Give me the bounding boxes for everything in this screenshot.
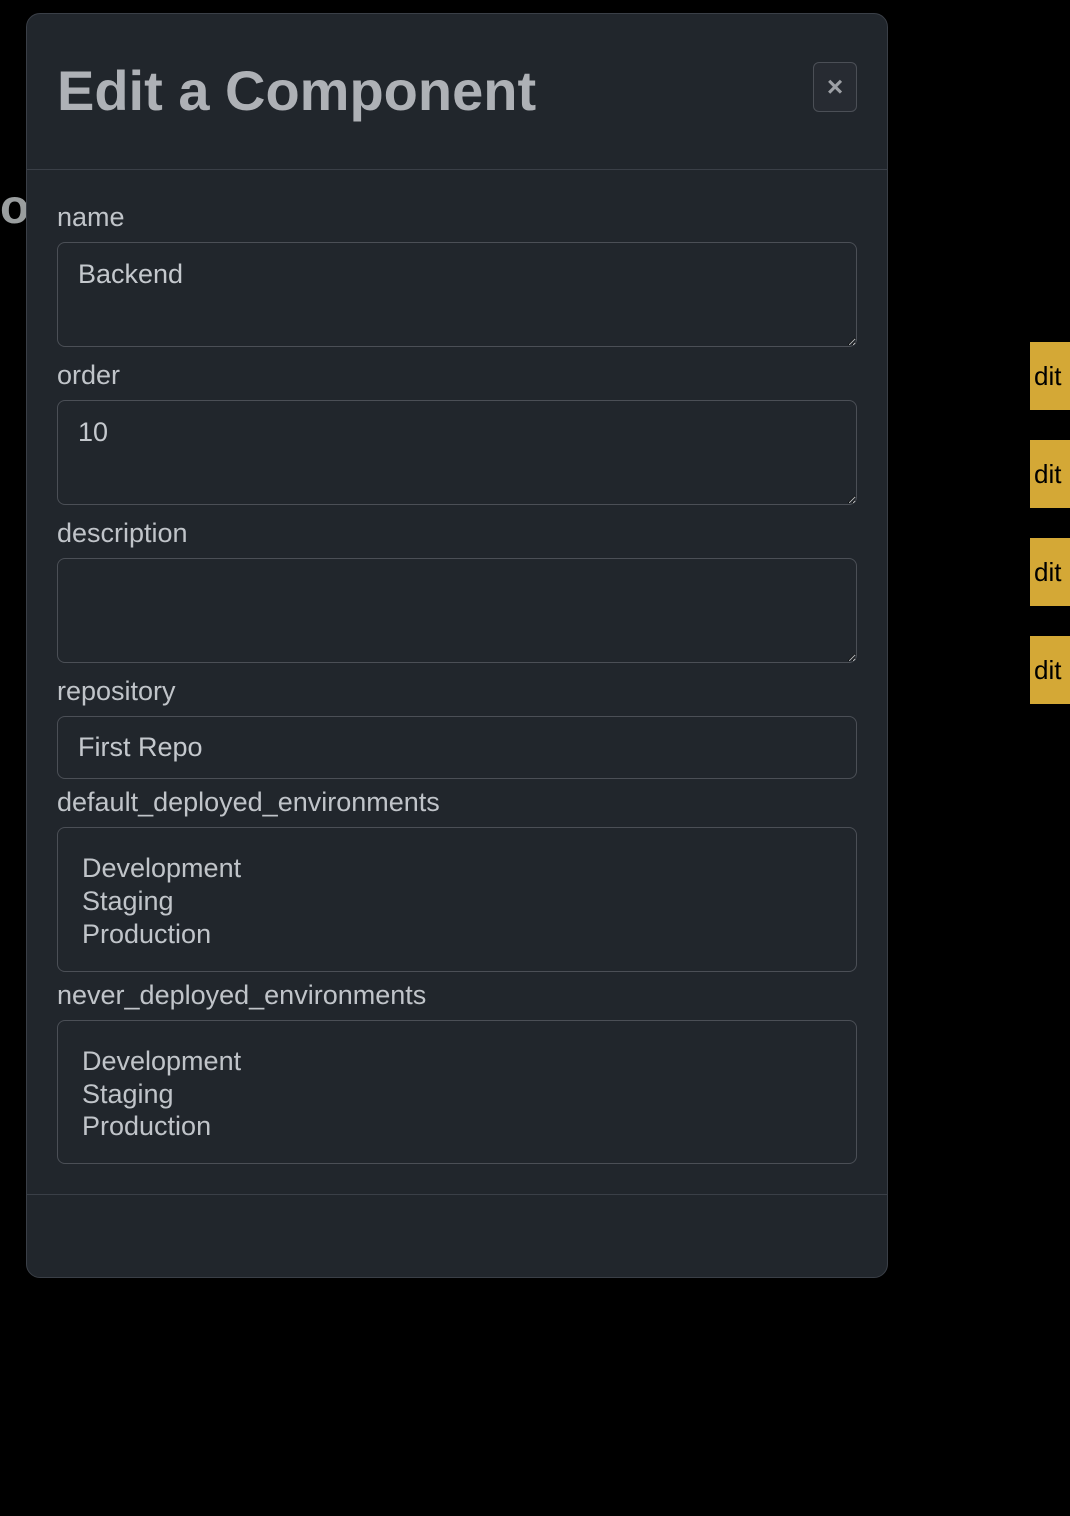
close-icon: ×: [827, 71, 843, 103]
field-group-description: description: [57, 518, 857, 668]
multi-option[interactable]: Production: [82, 1110, 832, 1143]
name-label: name: [57, 202, 857, 233]
default-deployed-environments-select[interactable]: Development Staging Production: [57, 827, 857, 972]
edit-button[interactable]: dit: [1030, 538, 1070, 606]
modal-title: Edit a Component: [57, 62, 536, 121]
order-label: order: [57, 360, 857, 391]
field-group-name: name: [57, 202, 857, 352]
field-group-repository: repository: [57, 676, 857, 779]
default-deployed-environments-label: default_deployed_environments: [57, 787, 857, 818]
close-button[interactable]: ×: [813, 62, 857, 112]
multi-option[interactable]: Production: [82, 918, 832, 951]
name-input[interactable]: [57, 242, 857, 347]
edit-button[interactable]: dit: [1030, 636, 1070, 704]
description-label: description: [57, 518, 857, 549]
repository-label: repository: [57, 676, 857, 707]
multi-option[interactable]: Development: [82, 852, 832, 885]
description-input[interactable]: [57, 558, 857, 663]
never-deployed-environments-select[interactable]: Development Staging Production: [57, 1020, 857, 1165]
multi-option[interactable]: Staging: [82, 1078, 832, 1111]
never-deployed-environments-label: never_deployed_environments: [57, 980, 857, 1011]
multi-option[interactable]: Staging: [82, 885, 832, 918]
field-group-default-deployed-environments: default_deployed_environments Developmen…: [57, 787, 857, 972]
multi-option[interactable]: Development: [82, 1045, 832, 1078]
edit-component-modal: Edit a Component × name order descriptio…: [26, 13, 888, 1278]
modal-body: name order description repository defaul…: [27, 170, 887, 1196]
field-group-never-deployed-environments: never_deployed_environments Development …: [57, 980, 857, 1165]
edit-button[interactable]: dit: [1030, 440, 1070, 508]
order-input[interactable]: [57, 400, 857, 505]
edit-button[interactable]: dit: [1030, 342, 1070, 410]
repository-select[interactable]: [57, 716, 857, 779]
modal-header: Edit a Component ×: [27, 14, 887, 170]
field-group-order: order: [57, 360, 857, 510]
modal-footer: [27, 1195, 887, 1277]
background-edit-buttons: dit dit dit dit: [1030, 342, 1070, 704]
